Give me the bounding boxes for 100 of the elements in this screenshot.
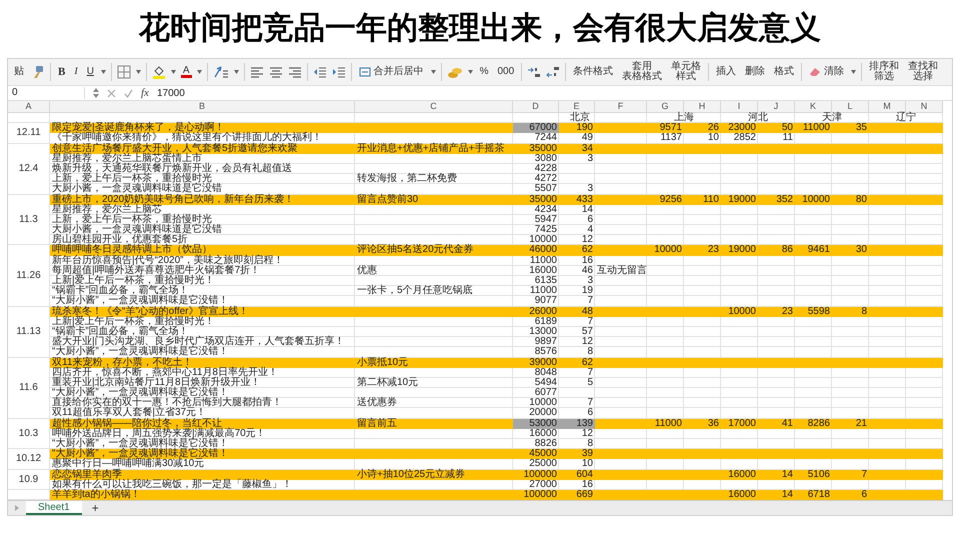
caret-icon[interactable]: [170, 70, 176, 74]
table-cell-text: 3: [586, 276, 594, 286]
percent-button[interactable]: %: [478, 67, 490, 77]
table-format-button[interactable]: 套用 表格格式: [620, 62, 664, 82]
column-header[interactable]: G: [647, 101, 684, 113]
table-cell-text: 8: [586, 439, 594, 449]
column-header[interactable]: J: [758, 101, 795, 113]
table-cell-text: 8048: [534, 368, 558, 378]
table-cell-text: 80: [854, 194, 868, 205]
align-left-icon[interactable]: [250, 66, 264, 78]
column-header[interactable]: M: [869, 101, 906, 113]
indent-decrease-icon[interactable]: [312, 66, 327, 78]
table-cell-text: 5507: [534, 184, 558, 194]
table-cell-text: 35000: [528, 144, 558, 154]
function-label[interactable]: fx: [141, 87, 149, 99]
region-header: 天津: [821, 113, 843, 123]
slide-title: 花时间把竞品一年的整理出来，会有很大启发意义: [139, 9, 821, 47]
bold-button[interactable]: B: [56, 67, 68, 77]
table-cell-text: 优惠: [356, 266, 378, 276]
region-header: 辽宁: [895, 113, 917, 124]
table-cell-text: 11000: [802, 123, 831, 134]
cell-style-button[interactable]: 单元格 样式: [669, 62, 704, 82]
table-cell-text: 上新，爱上午后一杯茶，重拾慢时光: [51, 214, 212, 225]
text-direction-icon[interactable]: [212, 65, 229, 79]
column-header[interactable]: I: [721, 101, 758, 113]
table-cell-text: 10: [706, 133, 720, 144]
region-header: 北京: [569, 113, 591, 123]
table-cell-text: 大厨小酱，一盒灵魂调料味道是它没错: [51, 184, 223, 194]
sort-filter-button[interactable]: 排序和 筛选: [867, 62, 902, 82]
caret-icon[interactable]: [196, 70, 202, 74]
decimal-increase-icon[interactable]: [527, 66, 542, 78]
decimal-decrease-icon[interactable]: [546, 66, 560, 78]
table-cell-text: 11000: [654, 418, 683, 429]
add-sheet-button[interactable]: +: [86, 501, 105, 516]
font-color-button[interactable]: A: [180, 66, 192, 78]
table-cell-text: 11000: [528, 256, 558, 266]
table-cell-text: 5947: [534, 214, 558, 225]
table-cell-text: 7: [586, 316, 594, 327]
caret-icon[interactable]: [136, 70, 141, 74]
table-cell-text: 23: [780, 306, 794, 317]
column-header[interactable]: D: [513, 101, 559, 113]
insert-button[interactable]: 插入: [714, 67, 738, 77]
sheet-tab[interactable]: Sheet1: [26, 501, 82, 516]
table-cell-text: 16000: [727, 470, 757, 480]
table-cell-text: 25000: [528, 459, 558, 470]
table-cell-text: 5106: [806, 470, 831, 480]
thousands-button[interactable]: 000: [496, 67, 516, 77]
table-cell-text: 26: [706, 123, 720, 134]
column-header[interactable]: B: [50, 101, 355, 113]
table-cell-text: 重磅上市，2020奶奶美味号角已吹响，新年台历来袭！: [51, 194, 296, 204]
table-cell-text: 352: [775, 194, 794, 205]
table-cell-text: 6718: [806, 490, 831, 500]
table-cell-text: 27000: [528, 480, 558, 490]
table-cell-text: 8826: [534, 439, 558, 449]
delete-button[interactable]: 删除: [743, 67, 768, 77]
indent-increase-icon[interactable]: [332, 66, 346, 78]
align-right-icon[interactable]: [288, 66, 302, 78]
table-cell-text: 6: [586, 408, 594, 419]
table-cell-text: 100000: [522, 470, 558, 480]
column-header[interactable]: K: [795, 101, 832, 113]
paste-button[interactable]: 贴: [12, 67, 26, 77]
find-select-button[interactable]: 查找和 选择: [906, 62, 940, 82]
name-box[interactable]: 0: [10, 87, 85, 99]
caret-icon[interactable]: [468, 70, 473, 74]
column-header[interactable]: F: [595, 101, 647, 113]
align-center-icon[interactable]: [268, 66, 283, 78]
underline-button[interactable]: U: [84, 67, 96, 77]
table-cell-text: 5598: [806, 306, 831, 317]
column-header[interactable]: A: [8, 101, 50, 113]
border-icon[interactable]: [116, 65, 131, 79]
table-cell-text: 17000: [727, 418, 757, 429]
table-cell-text: 琉杀寒冬！《令“羊”心动的offer》官宣上线！: [51, 306, 250, 317]
fill-color-icon[interactable]: [152, 65, 166, 79]
conditional-format-button[interactable]: 条件格式: [571, 67, 616, 77]
column-header[interactable]: L: [832, 101, 869, 113]
table-cell: 67000: [513, 123, 559, 134]
table-cell-text: 双11来宠粉，存小票，不吃土！: [51, 358, 194, 368]
table-cell-text: 16: [580, 480, 594, 490]
column-header[interactable]: C: [355, 101, 513, 113]
caret-icon[interactable]: [851, 70, 856, 74]
brush-icon[interactable]: [31, 65, 45, 79]
merge-button[interactable]: 合并后居中: [356, 67, 426, 77]
table-cell-text: 14: [780, 470, 794, 480]
table-cell-text: 四店齐开，惊喜不断，燕郊中心11月8日率先开业！: [51, 368, 279, 378]
table-cell-text: “锅霸卡”回血必备，霸气全场！: [51, 326, 189, 337]
caret-icon[interactable]: [234, 70, 239, 74]
table-cell-text: 604: [575, 470, 594, 480]
table-cell-text: 羊羊到ta的小锅锅！: [51, 490, 142, 500]
italic-button[interactable]: I: [72, 67, 80, 77]
table-cell-text: 19000: [727, 245, 757, 256]
table-cell-text: 3080: [534, 154, 558, 164]
format-button[interactable]: 格式: [772, 67, 796, 77]
clear-button[interactable]: 清除: [807, 67, 846, 77]
column-header[interactable]: E: [559, 101, 595, 113]
caret-icon[interactable]: [100, 70, 106, 74]
table-cell-text: 8: [860, 306, 868, 317]
column-header[interactable]: H: [684, 101, 721, 113]
caret-icon[interactable]: [430, 70, 436, 74]
column-header[interactable]: N: [906, 101, 943, 113]
spinner-icon[interactable]: [93, 88, 99, 98]
